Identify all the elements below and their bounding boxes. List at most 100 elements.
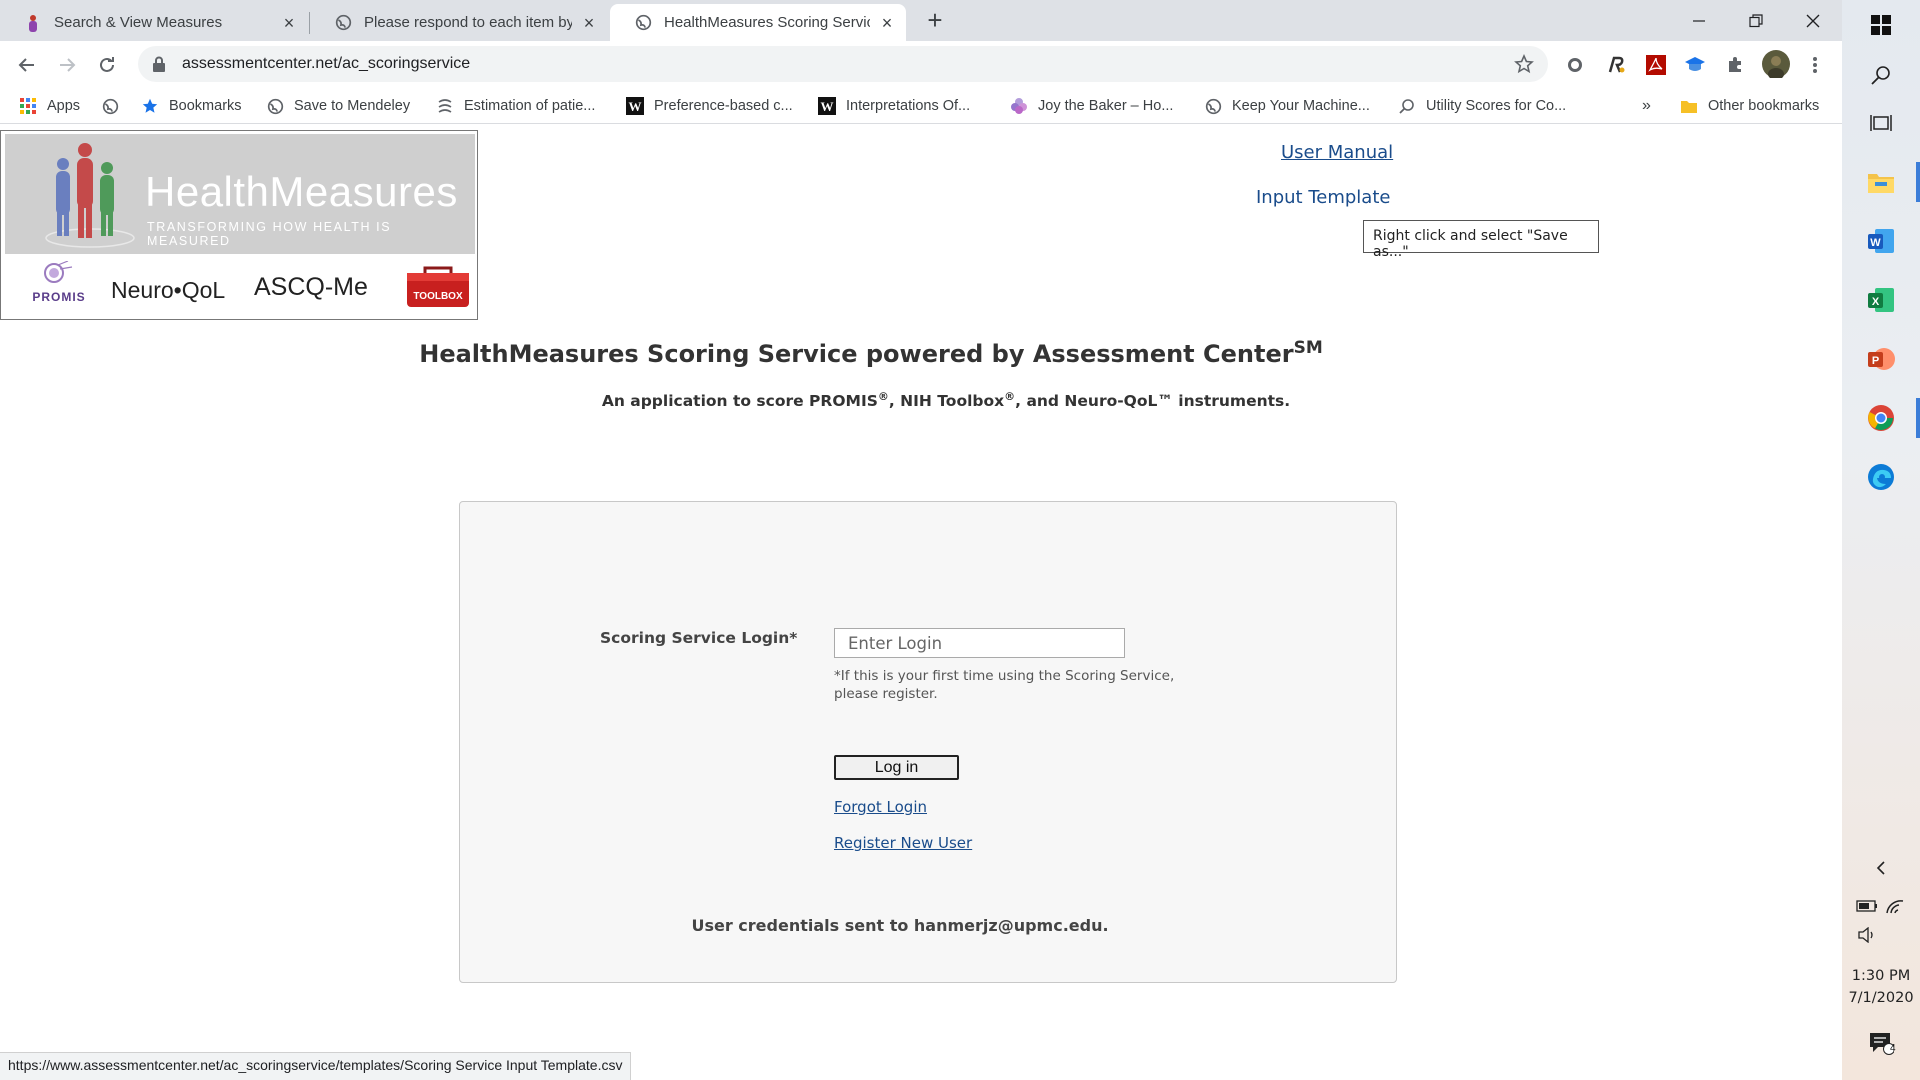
instrument-logos: PROMIS Neuro•QoL ASCQ-Me TOOLBOX [5, 259, 475, 317]
ascqme-logo: ASCQ-Me [254, 273, 368, 301]
profile-avatar[interactable] [1762, 50, 1790, 78]
tab-title: Search & View Measures [54, 14, 223, 31]
extensions-puzzle-icon[interactable] [1724, 54, 1746, 76]
search-icon[interactable] [1842, 52, 1920, 98]
bookmark-bookmarks[interactable]: Bookmarks [141, 93, 242, 119]
action-center-icon[interactable]: 4 [1842, 1023, 1920, 1063]
graduation-cap-icon[interactable] [1684, 54, 1706, 76]
wifi-icon[interactable] [1856, 893, 1920, 919]
bookmark-label: Preference-based c... [654, 98, 793, 114]
mendeley-extension-icon[interactable] [1605, 54, 1627, 76]
input-template-link[interactable]: Input Template [1256, 187, 1390, 208]
word-icon[interactable]: W [1842, 218, 1920, 264]
bookmark-joy-the-baker[interactable]: Joy the Baker – Ho... [1010, 93, 1173, 119]
logo-header: HealthMeasures TRANSFORMING HOW HEALTH I… [5, 134, 475, 254]
edge-icon[interactable] [1842, 454, 1920, 500]
bookmark-label: Utility Scores for Co... [1426, 98, 1567, 114]
windows-taskbar: W X P 1:30 PM 7/1/2020 4 [1842, 0, 1920, 1080]
new-tab-plus-icon[interactable]: + [922, 7, 948, 34]
adobe-acrobat-icon[interactable] [1645, 54, 1667, 76]
file-explorer-icon[interactable] [1842, 159, 1920, 205]
volume-icon[interactable] [1828, 922, 1906, 948]
promis-label: PROMIS [32, 290, 86, 304]
register-new-user-link[interactable]: Register New User [834, 834, 972, 852]
user-manual-link[interactable]: User Manual [1281, 142, 1393, 163]
tab-search-view-measures[interactable]: Search & View Measures × [0, 4, 308, 41]
globe-icon [634, 14, 652, 32]
bookmarks-overflow-chevron[interactable]: » [1642, 93, 1651, 119]
show-hidden-icons-chevron-icon[interactable] [1842, 853, 1920, 883]
logo-tagline: TRANSFORMING HOW HEALTH IS MEASURED [147, 220, 392, 248]
page-content: HealthMeasures TRANSFORMING HOW HEALTH I… [0, 125, 1842, 1080]
powerpoint-icon[interactable]: P [1842, 336, 1920, 382]
windows-start-icon[interactable] [1842, 2, 1920, 48]
excel-icon[interactable]: X [1842, 277, 1920, 323]
wiley-w-icon: W [626, 97, 644, 115]
globe-icon [101, 97, 119, 115]
log-in-button[interactable]: Log in [834, 755, 959, 780]
bookmark-star-icon[interactable] [1514, 53, 1534, 74]
globe-icon [334, 14, 352, 32]
lock-icon [152, 56, 168, 72]
bookmark-utility-scores[interactable]: Utility Scores for Co... [1398, 93, 1566, 119]
forgot-login-link[interactable]: Forgot Login [834, 798, 927, 816]
page-title: HealthMeasures Scoring Service powered b… [0, 338, 1842, 368]
back-arrow-icon[interactable] [13, 51, 41, 79]
bookmark-preference-based[interactable]: W Preference-based c... [626, 93, 793, 119]
healthmeasures-logo-banner[interactable]: HealthMeasures TRANSFORMING HOW HEALTH I… [0, 130, 478, 320]
clock-time[interactable]: 1:30 PM [1842, 968, 1920, 984]
task-view-icon[interactable] [1842, 100, 1920, 146]
bookmark-globe[interactable] [101, 93, 129, 119]
healthmeasures-wordmark: HealthMeasures [145, 168, 458, 215]
login-label: Scoring Service Login* [600, 629, 798, 647]
close-tab-icon[interactable]: × [280, 14, 298, 32]
browser-toolbar: assessmentcenter.net/ac_scoringservice [0, 41, 1842, 88]
svg-text:X: X [1872, 296, 1880, 308]
clock-date[interactable]: 7/1/2020 [1842, 990, 1920, 1006]
url-text: assessmentcenter.net/ac_scoringservice [182, 55, 471, 72]
forward-arrow-icon[interactable] [53, 51, 81, 79]
close-tab-icon[interactable]: × [580, 14, 598, 32]
minimize-icon[interactable] [1671, 0, 1727, 41]
healthmeasures-favicon-icon [24, 14, 42, 32]
notification-count: 4 [1890, 1043, 1896, 1054]
bookmark-estimation[interactable]: Estimation of patie... [436, 93, 595, 119]
bookmark-other-bookmarks[interactable]: Other bookmarks [1680, 93, 1819, 119]
login-input[interactable] [834, 628, 1125, 658]
tab-title: HealthMeasures Scoring Service [664, 14, 870, 31]
bookmark-apps[interactable]: Apps [19, 93, 80, 119]
registered-mark: ® [1004, 390, 1016, 403]
extension-circle-icon[interactable] [1564, 54, 1586, 76]
page-subtitle: An application to score PROMIS®, NIH Too… [0, 390, 1842, 410]
bookmark-save-to-mendeley[interactable]: Save to Mendeley [266, 93, 410, 119]
close-tab-icon[interactable]: × [878, 14, 896, 32]
apps-grid-icon [19, 97, 37, 115]
page-title-text: HealthMeasures Scoring Service powered b… [419, 340, 1294, 368]
svg-text:P: P [1872, 355, 1879, 367]
tab-healthmeasures-scoring[interactable]: HealthMeasures Scoring Service × [610, 4, 906, 41]
bookmark-label: Interpretations Of... [846, 98, 971, 114]
search-doc-icon [1398, 97, 1416, 115]
save-as-tooltip: Right click and select "Save as..." [1363, 220, 1599, 260]
tab-title: Please respond to each item by c [364, 14, 572, 31]
bookmark-label: Other bookmarks [1708, 98, 1820, 114]
bookmark-label: Keep Your Machine... [1232, 98, 1370, 114]
address-bar[interactable]: assessmentcenter.net/ac_scoringservice [138, 46, 1548, 82]
tab-please-respond[interactable]: Please respond to each item by c × [310, 4, 608, 41]
kebab-menu-icon[interactable] [1804, 54, 1826, 76]
svg-text:W: W [629, 99, 642, 114]
reload-icon[interactable] [93, 51, 121, 79]
wiley-w-icon: W [818, 97, 836, 115]
active-indicator [1916, 162, 1920, 202]
toolbox-label: TOOLBOX [413, 291, 463, 302]
chrome-icon[interactable] [1842, 395, 1920, 441]
credentials-message: User credentials sent to hanmerjz@upmc.e… [691, 916, 1109, 935]
subtitle-part-neuroqol: , and Neuro-QoL™ instruments. [1015, 392, 1291, 411]
bookmark-label: Estimation of patie... [464, 98, 596, 114]
bookmark-keep-your-machine[interactable]: Keep Your Machine... [1204, 93, 1370, 119]
bookmark-label: Save to Mendeley [294, 98, 411, 114]
restore-icon[interactable] [1728, 0, 1784, 41]
bookmark-interpretations[interactable]: W Interpretations Of... [818, 93, 970, 119]
subtitle-part-toolbox: , NIH Toolbox [888, 392, 1005, 411]
close-window-icon[interactable] [1785, 0, 1841, 41]
